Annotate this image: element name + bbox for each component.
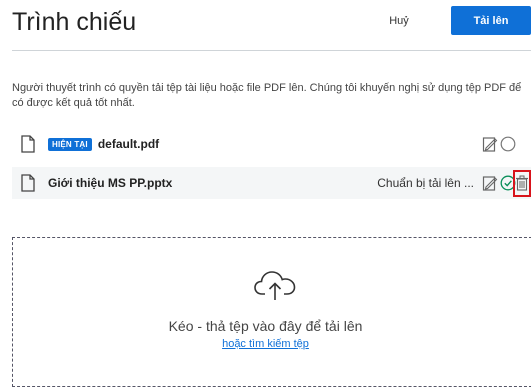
page-title: Trình chiếu	[12, 8, 137, 36]
file-row-default[interactable]: HIỆN TẠI default.pdf	[12, 128, 531, 160]
drop-instruction: Kéo - thả tệp vào đây để tải lên	[168, 318, 363, 334]
file-name: Giới thiệu MS PP.pptx	[48, 176, 173, 190]
file-row-pptx[interactable]: Giới thiệu MS PP.pptx Chuẩn bị tải lên .…	[12, 167, 531, 199]
current-badge: HIỆN TẠI	[48, 137, 92, 151]
file-icon	[21, 135, 35, 153]
trash-highlight-box	[513, 170, 531, 197]
radio-icon[interactable]	[500, 136, 516, 152]
upload-status: Chuẩn bị tải lên ...	[377, 176, 474, 190]
edit-icon[interactable]	[482, 175, 498, 191]
file-name: default.pdf	[97, 137, 160, 151]
upload-button[interactable]: Tải lên	[451, 6, 531, 35]
cancel-button[interactable]: Huỷ	[368, 8, 430, 34]
description-text: Người thuyết trình có quyền tải tệp tài …	[12, 82, 522, 109]
file-icon	[21, 174, 35, 192]
divider	[12, 50, 531, 51]
drop-zone[interactable]	[12, 237, 531, 387]
edit-icon[interactable]	[482, 136, 498, 152]
browse-files-link[interactable]: hoặc tìm kiếm tệp	[0, 338, 531, 350]
cloud-upload-icon	[254, 271, 296, 300]
